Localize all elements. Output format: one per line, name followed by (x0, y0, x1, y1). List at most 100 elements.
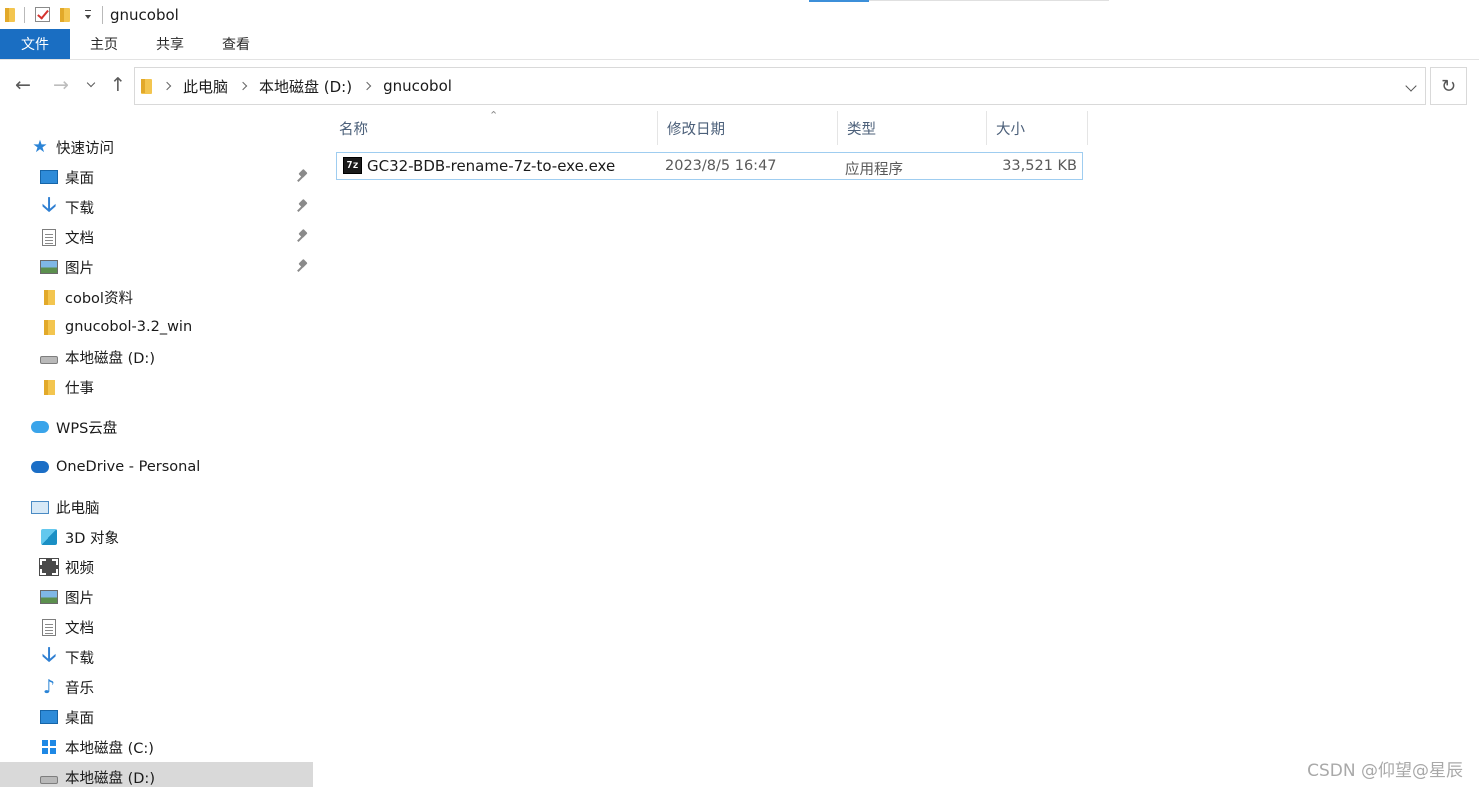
sidebar-item-desktop-pc[interactable]: 桌面 (0, 702, 313, 732)
sidebar-item-documents-pc[interactable]: 文档 (0, 612, 313, 642)
address-bar[interactable]: 此电脑 本地磁盘 (D:) gnucobol (134, 67, 1426, 105)
star-icon: ★ (32, 137, 48, 157)
sidebar-item-label: 桌面 (65, 710, 94, 727)
tab-view[interactable]: 查看 (204, 29, 268, 59)
folder-icon (5, 7, 15, 22)
tab-home[interactable]: 主页 (72, 29, 136, 59)
column-label: 修改日期 (667, 121, 725, 138)
sidebar-item-work[interactable]: 仕事 (0, 372, 313, 402)
sidebar-item-gnucobol-win[interactable]: gnucobol-3.2_win (0, 312, 313, 342)
download-icon: 🡣 (41, 192, 57, 216)
folder-icon (141, 78, 152, 94)
sidebar-item-cobol-docs[interactable]: cobol资料 (0, 282, 313, 312)
column-label: 大小 (996, 121, 1025, 138)
file-date: 2023/8/5 16:47 (665, 158, 777, 174)
sidebar-item-label: 文档 (65, 620, 94, 637)
sidebar-item-drive-d-quick[interactable]: 本地磁盘 (D:) (0, 342, 313, 372)
file-name: GC32-BDB-rename-7z-to-exe.exe (367, 157, 616, 175)
sidebar-item-label: 仕事 (65, 380, 94, 397)
windows-drive-icon (40, 738, 58, 756)
table-row[interactable]: 7z GC32-BDB-rename-7z-to-exe.exe 2023/8/… (336, 152, 1083, 180)
tab-file[interactable]: 文件 (0, 29, 70, 59)
folder-icon (40, 288, 58, 306)
document-icon (40, 618, 58, 636)
sidebar-item-onedrive[interactable]: OneDrive - Personal (0, 452, 313, 482)
sidebar-item-wps-cloud[interactable]: WPS云盘 (0, 412, 313, 442)
title-bar: gnucobol (0, 0, 1479, 29)
column-label: 类型 (847, 121, 876, 138)
navigation-pane: ★ 快速访问 桌面 🡣 下载 文档 图片 cobol资料 gnucobol-3.… (0, 111, 316, 787)
file-size: 33,521 KB (1002, 158, 1077, 174)
sidebar-item-label: 下载 (65, 650, 94, 667)
column-header-name[interactable]: 名称 ⌃ (330, 109, 658, 145)
sidebar-item-desktop[interactable]: 桌面 (0, 162, 313, 192)
title-divider-line (869, 0, 1109, 1)
computer-icon (31, 498, 49, 516)
title-divider (102, 5, 103, 24)
breadcrumb-this-pc[interactable]: 此电脑 (183, 76, 228, 97)
sidebar-item-label: cobol资料 (65, 290, 133, 307)
3d-objects-icon (40, 528, 58, 546)
breadcrumb-chevron-icon[interactable] (238, 81, 248, 91)
new-folder-icon[interactable] (60, 7, 70, 22)
quick-access-toolbar: gnucobol (0, 0, 179, 29)
sidebar-item-label: 图片 (65, 590, 94, 607)
sidebar-item-documents[interactable]: 文档 (0, 222, 313, 252)
sidebar-item-drive-d[interactable]: 本地磁盘 (D:) (0, 762, 313, 787)
properties-icon[interactable] (35, 7, 50, 22)
breadcrumb-drive-d[interactable]: 本地磁盘 (D:) (259, 76, 352, 97)
sidebar-item-downloads-pc[interactable]: 🡣 下载 (0, 642, 313, 672)
sidebar-item-3d-objects[interactable]: 3D 对象 (0, 522, 313, 552)
sidebar-item-label: 音乐 (65, 680, 94, 697)
sidebar-item-label: 本地磁盘 (D:) (65, 770, 155, 787)
sidebar-item-downloads[interactable]: 🡣 下载 (0, 192, 313, 222)
wps-cloud-icon (31, 418, 49, 436)
sidebar-item-label: 此电脑 (56, 500, 100, 517)
picture-icon (40, 258, 58, 276)
column-headers: 名称 ⌃ 修改日期 类型 大小 (330, 109, 1090, 145)
sidebar-item-label: 本地磁盘 (C:) (65, 740, 154, 757)
folder-icon (40, 318, 58, 336)
folder-icon (40, 378, 58, 396)
sidebar-item-label: 3D 对象 (65, 530, 119, 547)
up-arrow-icon[interactable]: ↑ (107, 74, 129, 96)
toolbar-divider (24, 6, 25, 23)
title-accent-line (809, 0, 869, 2)
sidebar-item-label: gnucobol-3.2_win (65, 319, 193, 335)
breadcrumb-chevron-icon[interactable] (162, 81, 172, 91)
window-title: gnucobol (110, 5, 179, 24)
sidebar-item-videos[interactable]: 视频 (0, 552, 313, 582)
forward-arrow-icon[interactable]: → (50, 74, 72, 96)
watermark-text: CSDN @仰望@星辰 (1307, 761, 1463, 781)
sidebar-item-music[interactable]: ♪ 音乐 (0, 672, 313, 702)
download-icon: 🡣 (41, 642, 57, 666)
music-icon: ♪ (42, 676, 56, 698)
sidebar-item-pictures[interactable]: 图片 (0, 252, 313, 282)
sidebar-item-label: OneDrive - Personal (56, 459, 201, 475)
sidebar-item-drive-c[interactable]: 本地磁盘 (C:) (0, 732, 313, 762)
column-header-size[interactable]: 大小 (987, 111, 1088, 145)
column-header-date[interactable]: 修改日期 (658, 111, 838, 145)
pin-icon[interactable] (298, 200, 308, 214)
breadcrumb-chevron-icon[interactable] (362, 81, 372, 91)
recent-locations-chevron-icon[interactable] (82, 74, 100, 96)
onedrive-cloud-icon (31, 458, 49, 476)
sidebar-item-pictures-pc[interactable]: 图片 (0, 582, 313, 612)
pin-icon[interactable] (298, 170, 308, 184)
tab-share[interactable]: 共享 (138, 29, 202, 59)
sidebar-item-label: 快速访问 (56, 140, 114, 157)
sidebar-item-quick-access[interactable]: ★ 快速访问 (0, 132, 313, 162)
sort-ascending-icon: ⌃ (489, 109, 499, 122)
pin-icon[interactable] (298, 260, 308, 274)
navigation-bar: ← → ↑ 此电脑 本地磁盘 (D:) gnucobol ↻ (0, 61, 1479, 111)
address-history-dropdown-icon[interactable] (1405, 80, 1417, 92)
back-arrow-icon[interactable]: ← (12, 74, 34, 96)
sidebar-item-label: 下载 (65, 200, 94, 217)
customize-toolbar-dropdown-icon[interactable] (80, 8, 96, 22)
breadcrumb-gnucobol[interactable]: gnucobol (383, 77, 452, 95)
refresh-icon[interactable]: ↻ (1430, 67, 1467, 105)
column-header-type[interactable]: 类型 (838, 111, 987, 145)
pin-icon[interactable] (298, 230, 308, 244)
sidebar-item-this-pc[interactable]: 此电脑 (0, 492, 313, 522)
desktop-icon (40, 708, 58, 726)
